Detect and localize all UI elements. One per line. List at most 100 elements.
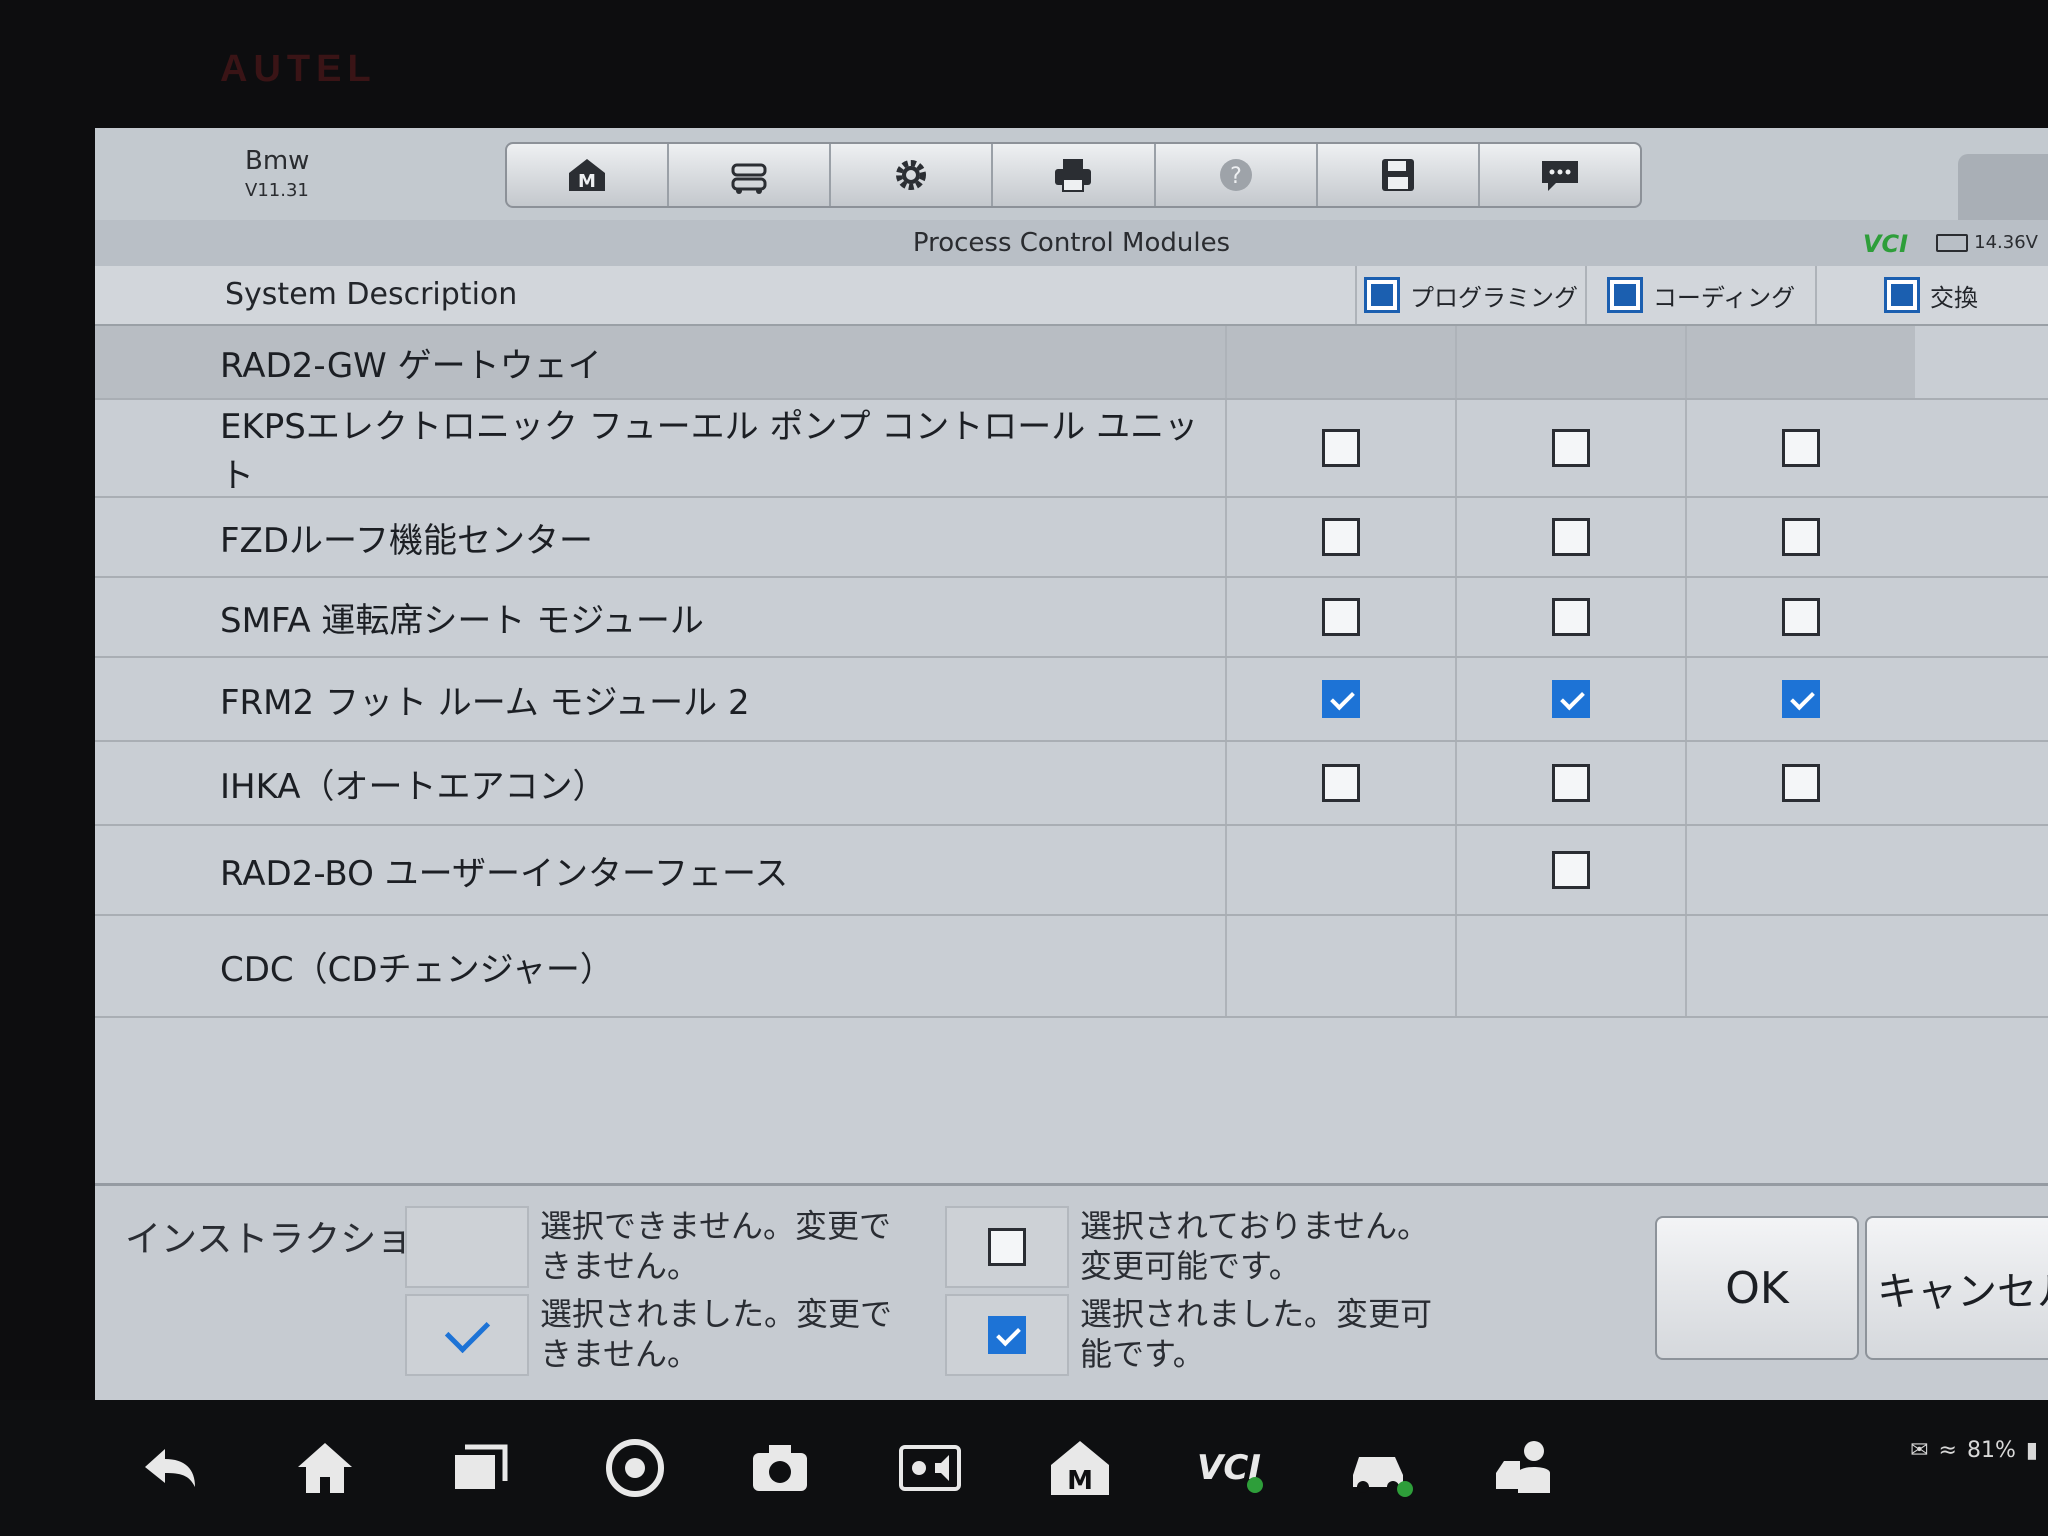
bezel-brand-logo: AUTEL [220,48,377,90]
maxisys-home-button[interactable]: M [1040,1428,1120,1508]
battery-voltage: 14.36V [1936,232,2038,253]
replacement-cell [1685,658,1915,740]
app-version: V11.31 [245,180,309,201]
car-battery-icon [1936,233,1969,252]
vci-label: VCI [1862,230,1908,258]
replacement-select-all-checkbox[interactable] [1884,277,1920,313]
coding-checkbox[interactable] [1552,851,1590,889]
print-button[interactable] [993,144,1156,206]
message-button[interactable] [1480,144,1640,206]
coding-checkbox[interactable] [1552,598,1590,636]
programming-checkbox[interactable] [1322,429,1360,467]
coding-header-label: コーディング [1652,283,1796,312]
brand-block: Bmw V11.31 [245,146,309,201]
replacement-checkbox[interactable] [1782,680,1820,718]
programming-checkbox[interactable] [1322,764,1360,802]
module-name: CDC（CDチェンジャー） [220,949,614,990]
programming-header[interactable]: プログラミング [1355,266,1585,324]
replacement-cell [1685,826,1915,914]
replacement-checkbox[interactable] [1782,429,1820,467]
replacement-cell [1685,578,1915,656]
programming-checkbox[interactable] [1322,680,1360,718]
legend-enabled-checked-text: 選択されました。変更可能です。 [1080,1295,1433,1373]
programming-select-all-checkbox[interactable] [1364,277,1400,313]
coding-checkbox[interactable] [1552,680,1590,718]
programming-checkbox[interactable] [1322,598,1360,636]
coding-cell [1455,400,1685,496]
brightness-volume-button[interactable] [890,1428,970,1508]
cancel-button[interactable]: キャンセル [1865,1216,2048,1360]
help-icon: ? [1219,159,1252,191]
main-toolbar: M ? [505,142,1642,208]
legend-enabled-unchecked-box [945,1206,1069,1288]
table-row: EKPSエレクトロニック フューエル ポンプ コントロール ユニット [95,400,2048,498]
checkmark-icon [444,1307,490,1353]
programming-cell [1225,916,1455,1016]
replacement-cell [1685,742,1915,824]
camera-button[interactable] [740,1428,820,1508]
coding-header[interactable]: コーディング [1585,266,1815,324]
replacement-cell [1685,400,1915,496]
replacement-cell [1685,498,1915,576]
svg-text:M: M [1067,1466,1093,1496]
table-body: RAD2-GW ゲートウェイ EKPSエレクトロニック フューエル ポンプ コント… [95,326,2048,1018]
settings-button[interactable] [831,144,994,206]
replacement-checkbox[interactable] [1782,518,1820,556]
replacement-cell [1685,326,1915,398]
battery-voltage-value: 14.36V [1974,232,2038,253]
vehicle-icon [1353,1457,1413,1497]
table-row: IHKA（オートエアコン） [95,742,2048,826]
coding-cell [1455,916,1685,1016]
replacement-checkbox[interactable] [1782,598,1820,636]
coding-checkbox[interactable] [1552,429,1590,467]
module-name: SMFA 運転席シート モジュール [220,600,704,641]
programming-cell [1225,826,1455,914]
chrome-icon [606,1439,664,1497]
home-icon [298,1443,352,1493]
coding-select-all-checkbox[interactable] [1606,277,1643,313]
coding-checkbox[interactable] [1552,764,1590,802]
table-row: CDC（CDチェンジャー） [95,916,2048,1018]
legend-enabled-checked-box [945,1294,1069,1376]
coding-checkbox[interactable] [1552,518,1590,556]
chrome-button[interactable] [595,1428,675,1508]
help-button[interactable]: ? [1156,144,1318,206]
replacement-checkbox[interactable] [1782,764,1820,802]
camera-icon [753,1445,807,1491]
table-row: RAD2-GW ゲートウェイ [95,326,2048,400]
vehicle-button[interactable] [1340,1428,1420,1508]
programming-cell [1225,658,1455,740]
coding-cell [1455,658,1685,740]
programming-cell [1225,578,1455,656]
module-name: FZDルーフ機能センター [220,520,593,561]
ok-button[interactable]: OK [1655,1216,1859,1360]
unchecked-checkbox-icon [988,1228,1026,1266]
recent-apps-icon [455,1444,508,1489]
coding-cell [1455,742,1685,824]
svg-text:?: ? [1230,164,1242,189]
home-m-button[interactable]: M [507,144,670,206]
replacement-header[interactable]: 交換 [1815,266,2045,324]
table-row: RAD2-BO ユーザーインターフェース [95,826,2048,916]
recent-apps-button[interactable] [440,1428,520,1508]
coding-cell [1455,578,1685,656]
home-button[interactable] [285,1428,365,1508]
vehicle-lift-icon [731,163,767,194]
support-button[interactable] [1485,1428,1565,1508]
programming-checkbox[interactable] [1322,518,1360,556]
app-name: Bmw [245,146,310,176]
legend-disabled-checked-box [405,1294,529,1376]
module-table: System Description プログラミング コーディング 交換 RAD… [95,266,2048,1018]
programming-cell [1225,326,1455,398]
save-button[interactable] [1318,144,1480,206]
module-name: IHKA（オートエアコン） [220,766,607,807]
back-button[interactable] [130,1428,210,1508]
android-nav-bar: M VCI ✉ ≈ 81% ▮ [0,1400,2048,1536]
vci-button[interactable]: VCI [1190,1428,1270,1508]
vci-icon: VCI [1197,1448,1263,1493]
vehicle-lift-button[interactable] [669,144,832,206]
table-header: System Description プログラミング コーディング 交換 [95,266,2048,326]
checked-checkbox-icon [988,1316,1026,1354]
legend-disabled-checked-text: 選択されました。変更できません。 [540,1295,893,1373]
battery-icon: ▮ [2025,1438,2038,1463]
